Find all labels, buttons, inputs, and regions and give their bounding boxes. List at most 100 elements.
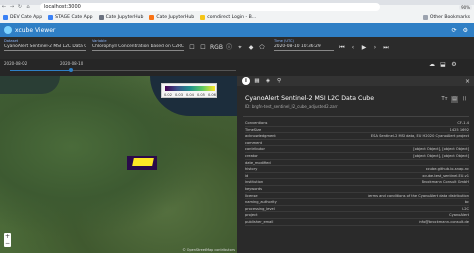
bookmark-item[interactable]: comdirect Login - B... (200, 15, 256, 20)
variable-label: Variable (92, 39, 107, 43)
variable-value[interactable]: Chlorophyll Concentration based on C2RCC (92, 44, 184, 51)
attribute-value: terms and conditions of the CyanoAlert d… (367, 193, 469, 198)
attribute-key: comment (245, 140, 263, 145)
dataset-value[interactable]: CyanoAlert Sentinel-2 MSI L2C Data Cube (4, 44, 86, 51)
legend-tick: 0.04 (185, 93, 194, 97)
color-legend[interactable]: 0.02 0.03 0.04 0.05 0.06 (161, 83, 217, 98)
attribute-value: [object Object], [object Object] (413, 153, 469, 158)
location-pin-icon[interactable]: ⌖ (236, 44, 244, 52)
play-icon[interactable]: ▶ (360, 44, 368, 52)
attribute-row: id xcube-test_sentinel.EU-v1 (245, 173, 469, 180)
info-panel: i ▦ ◈ ⚲ × CyanoAlert Sentinel-2 MSI L2C … (237, 76, 474, 253)
attribute-key: acknowledgment (245, 134, 276, 139)
attribute-row: acknowledgment ESA Sentinel-2 MSI data, E… (245, 133, 469, 140)
data-overlay (127, 156, 157, 170)
attribute-key: TimeSize (245, 127, 262, 132)
sea-area (0, 76, 60, 94)
first-step-icon[interactable]: ⏮ (338, 44, 346, 52)
timeline-handle[interactable] (69, 68, 74, 72)
colorbar (165, 86, 215, 91)
attribute-row: naming_authority bc (245, 199, 469, 206)
attribute-key: license (245, 193, 258, 198)
attribute-value: [object Object], [object Object] (413, 147, 469, 152)
map-view[interactable]: 0.02 0.03 0.04 0.05 0.06 + − © OpenStree… (0, 76, 237, 253)
checkbox-icon[interactable]: ☐ (188, 44, 196, 52)
app-header: xcube Viewer ⟳ ⚙ (0, 23, 474, 37)
attribute-key: history (245, 167, 258, 172)
attribute-value: L2C (462, 206, 469, 211)
info-icon[interactable]: ⓘ (225, 44, 233, 52)
next-step-icon[interactable]: › (371, 44, 379, 52)
add-place-icon[interactable]: ◆ (247, 44, 255, 52)
json-view-icon[interactable]: ⟨⟩ (461, 96, 468, 103)
timeline-start-label: 2020-08-02 (4, 61, 28, 66)
divider (243, 116, 469, 117)
attribute-value: 1425 1692 (449, 127, 469, 132)
attribute-row: date_modified (245, 160, 469, 167)
place-tab-icon[interactable]: ⚲ (275, 77, 283, 85)
text-view-icon[interactable]: Tт (441, 96, 448, 103)
time-value[interactable]: 2020-08-10 10:36:29 (274, 44, 334, 51)
panel-tabs: i ▦ ◈ ⚲ × (237, 76, 474, 86)
table-view-icon[interactable]: ▤ (451, 96, 458, 103)
bookmarks-bar: DEV Cate App STAGE Cate App Cate Jupyter… (0, 13, 474, 22)
settings-icon[interactable]: ⚙ (450, 61, 458, 69)
reload-icon[interactable]: ↻ (16, 4, 24, 10)
last-step-icon[interactable]: ⏭ (382, 44, 390, 52)
attribute-row: history xcube.github.io-snap-nc (245, 166, 469, 173)
attribute-key: project (245, 213, 258, 218)
browser-chrome: ← → ↻ ⌂ localhost:3000 90% DEV Cate App … (0, 0, 474, 23)
settings-gear-icon[interactable]: ⚙ (463, 27, 468, 34)
attribute-row: keywords (245, 186, 469, 193)
close-panel-icon[interactable]: × (465, 78, 470, 85)
bookmark-favicon-icon (3, 15, 8, 20)
zoom-level[interactable]: 90% (459, 4, 472, 10)
legend-tick: 0.03 (174, 93, 183, 97)
other-bookmarks[interactable]: Other Bookmarks (422, 15, 470, 20)
variable-select[interactable]: Variable Chlorophyll Concentration based… (92, 39, 184, 51)
bookmark-item[interactable]: Cate JupyterHub (98, 15, 143, 20)
attribute-key: Conventions (245, 121, 268, 125)
bookmark-favicon-icon (48, 15, 54, 20)
refresh-icon[interactable]: ⟳ (452, 27, 457, 34)
zoom-control[interactable]: + − (4, 233, 11, 247)
bookmark-item[interactable]: STAGE Cate App (48, 15, 93, 20)
address-bar[interactable]: localhost:3000 (40, 3, 380, 11)
zoom-in-button[interactable]: + (4, 233, 11, 240)
attribute-key: keywords (245, 186, 262, 191)
attribute-key: naming_authority (245, 200, 277, 205)
chart-icon[interactable]: ⬓ (439, 61, 447, 69)
dataset-tab-icon[interactable]: ▦ (253, 77, 261, 85)
time-select[interactable]: Time (UTC) 2020-08-10 10:36:29 (274, 39, 334, 51)
forward-icon[interactable]: → (8, 4, 16, 10)
timeline-current-label: 2020-08-10 (60, 61, 84, 66)
url-text: localhost:3000 (44, 4, 81, 10)
dataset-label: Dataset (4, 39, 19, 43)
info-tab-icon[interactable]: i (242, 77, 250, 85)
previous-step-icon[interactable]: ‹ (349, 44, 357, 52)
back-icon[interactable]: ← (0, 4, 8, 10)
rgb-checkbox-icon[interactable]: ☐ (199, 44, 207, 52)
bookmark-item[interactable]: DEV Cate App (3, 15, 42, 20)
attribute-key: id (245, 173, 249, 178)
attribute-value: Brockmann Consult GmbH (421, 180, 469, 185)
attribute-key: contributor (245, 147, 265, 152)
time-label: Time (UTC) (274, 39, 294, 43)
time-slider[interactable]: 2020-08-02 2020-08-10 ☁ ⬓ ⚙ (0, 59, 474, 76)
attributes-table: Conventions CF-1.4 TimeSize 1425 1692 acknow… (245, 120, 469, 226)
bookmark-item[interactable]: Cate JupyterHub (149, 15, 194, 20)
map-attribution[interactable]: © OpenStreetMap contributors (182, 248, 235, 252)
rgb-label: RGB (210, 44, 223, 51)
legend-tick: 0.02 (164, 93, 173, 97)
variable-tab-icon[interactable]: ◈ (264, 77, 272, 85)
dataset-select[interactable]: Dataset CyanoAlert Sentinel-2 MSI L2C Da… (4, 39, 86, 51)
zoom-out-button[interactable]: − (4, 240, 11, 247)
attribute-row: creator [object Object], [object Object] (245, 153, 469, 160)
polygon-tool-icon[interactable]: ⬠ (258, 44, 266, 52)
cloud-upload-icon[interactable]: ☁ (428, 61, 436, 69)
attribute-value: xcube.github.io-snap-nc (425, 167, 469, 172)
control-bar: Dataset CyanoAlert Sentinel-2 MSI L2C Da… (0, 37, 474, 59)
home-icon[interactable]: ⌂ (24, 4, 32, 10)
folder-icon (422, 15, 428, 20)
attribute-value: xcube-test_sentinel.EU-v1 (422, 173, 469, 178)
